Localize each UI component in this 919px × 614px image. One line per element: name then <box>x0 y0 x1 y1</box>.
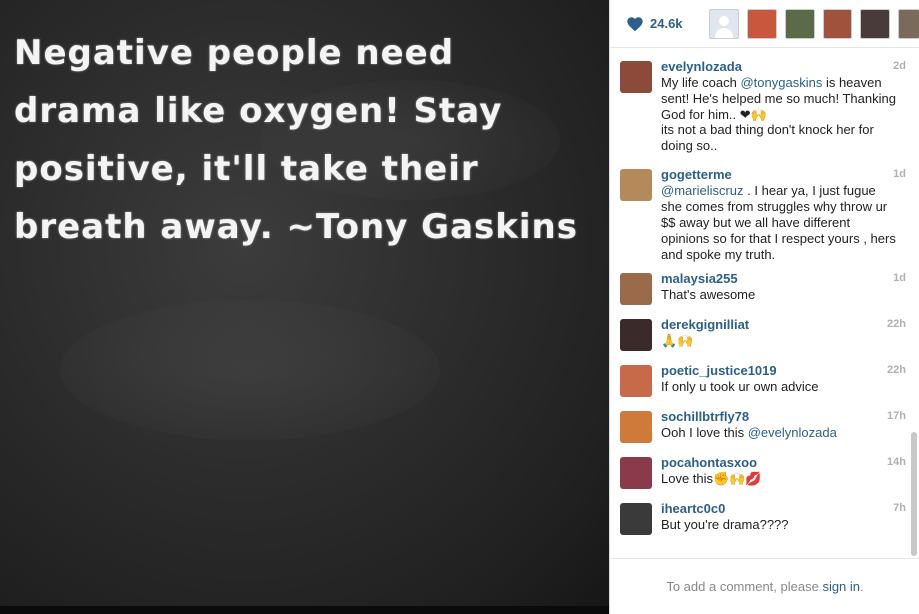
avatar[interactable] <box>620 169 652 201</box>
list-item: derekgignilliat 🙏🙌 22h <box>610 316 910 362</box>
comment-time: 14h <box>887 456 906 468</box>
liker-avatar[interactable] <box>784 8 815 39</box>
liker-avatar[interactable] <box>898 8 919 39</box>
comment-text: But you're drama???? <box>661 517 789 532</box>
comment-text: That's awesome <box>661 287 756 302</box>
like-button[interactable]: 24.6k <box>610 16 701 32</box>
comments-scrollbar[interactable] <box>911 432 917 556</box>
comments-panel: 24.6k evelynlozada My life coach @tonyga… <box>609 0 919 614</box>
comment-username[interactable]: evelynlozada <box>661 58 899 75</box>
avatar[interactable] <box>620 503 652 535</box>
signin-prompt-suffix: . <box>860 579 864 594</box>
mention-link[interactable]: @tonygaskins <box>740 75 822 90</box>
comment-text: 🙏🙌 <box>661 333 694 348</box>
avatar[interactable] <box>620 411 652 443</box>
list-item: poetic_justice1019 If only u took ur own… <box>610 362 910 408</box>
chalk-smudge <box>60 300 440 440</box>
comment-time: 22h <box>887 318 906 330</box>
comment-signin-prompt: To add a comment, please sign in. <box>610 558 919 614</box>
signin-prompt-text: To add a comment, please <box>666 579 823 594</box>
list-item: its not a bad thing don't knock her for … <box>610 122 910 166</box>
comment-username[interactable]: sochillbtrfly78 <box>661 408 899 425</box>
comment-time: 7h <box>893 502 906 514</box>
post-photo: Negative people need drama like oxygen! … <box>0 0 609 614</box>
comment-time: 1d <box>893 168 906 180</box>
list-item: pocahontasxoo Love this✊🙌💋 14h <box>610 454 910 500</box>
comment-username[interactable]: gogetterme <box>661 166 899 183</box>
list-item: gogetterme @marieliscruz . I hear ya, I … <box>610 166 910 270</box>
comment-username[interactable]: derekgignilliat <box>661 316 899 333</box>
list-item: malaysia255 That's awesome 1d <box>610 270 910 316</box>
comment-text: Ooh I love this @evelynlozada <box>661 425 837 440</box>
comment-list[interactable]: evelynlozada My life coach @tonygaskins … <box>610 48 910 558</box>
comment-text: My life coach @tonygaskins is heaven sen… <box>661 75 896 122</box>
comment-text: If only u took ur own advice <box>661 379 819 394</box>
mention-link[interactable]: @marieliscruz <box>661 183 744 198</box>
comment-text: Love this✊🙌💋 <box>661 471 762 486</box>
comment-time: 22h <box>887 364 906 376</box>
liker-avatar[interactable] <box>709 8 740 39</box>
comment-username[interactable]: poetic_justice1019 <box>661 362 899 379</box>
mention-link[interactable]: @evelynlozada <box>748 425 837 440</box>
list-item: evelynlozada My life coach @tonygaskins … <box>610 58 910 126</box>
list-item: sochillbtrfly78 Ooh I love this @evelynl… <box>610 408 910 454</box>
photo-bottom-edge <box>0 606 609 614</box>
liker-avatar[interactable] <box>747 8 777 39</box>
likes-bar: 24.6k <box>610 0 919 48</box>
chalkboard-quote: Negative people need drama like oxygen! … <box>14 33 578 247</box>
comment-username[interactable]: iheartc0c0 <box>661 500 899 517</box>
avatar[interactable] <box>620 273 652 305</box>
comment-text: @marieliscruz . I hear ya, I just fugue … <box>661 183 896 262</box>
avatar[interactable] <box>620 457 652 489</box>
liker-avatar[interactable] <box>822 8 853 39</box>
heart-icon <box>627 16 643 31</box>
sign-in-link[interactable]: sign in <box>822 579 860 594</box>
comment-text: its not a bad thing don't knock her for … <box>661 122 874 153</box>
comment-username[interactable]: pocahontasxoo <box>661 454 899 471</box>
list-item: iheartc0c0 But you're drama???? 7h <box>610 500 910 546</box>
comment-time: 1d <box>893 272 906 284</box>
avatar[interactable] <box>620 61 652 93</box>
comment-username[interactable]: malaysia255 <box>661 270 899 287</box>
likes-count: 24.6k <box>650 16 683 31</box>
liker-avatar[interactable] <box>860 8 891 39</box>
comment-time: 2d <box>893 60 906 72</box>
comment-time: 17h <box>887 410 906 422</box>
avatar[interactable] <box>620 319 652 351</box>
avatar[interactable] <box>620 365 652 397</box>
